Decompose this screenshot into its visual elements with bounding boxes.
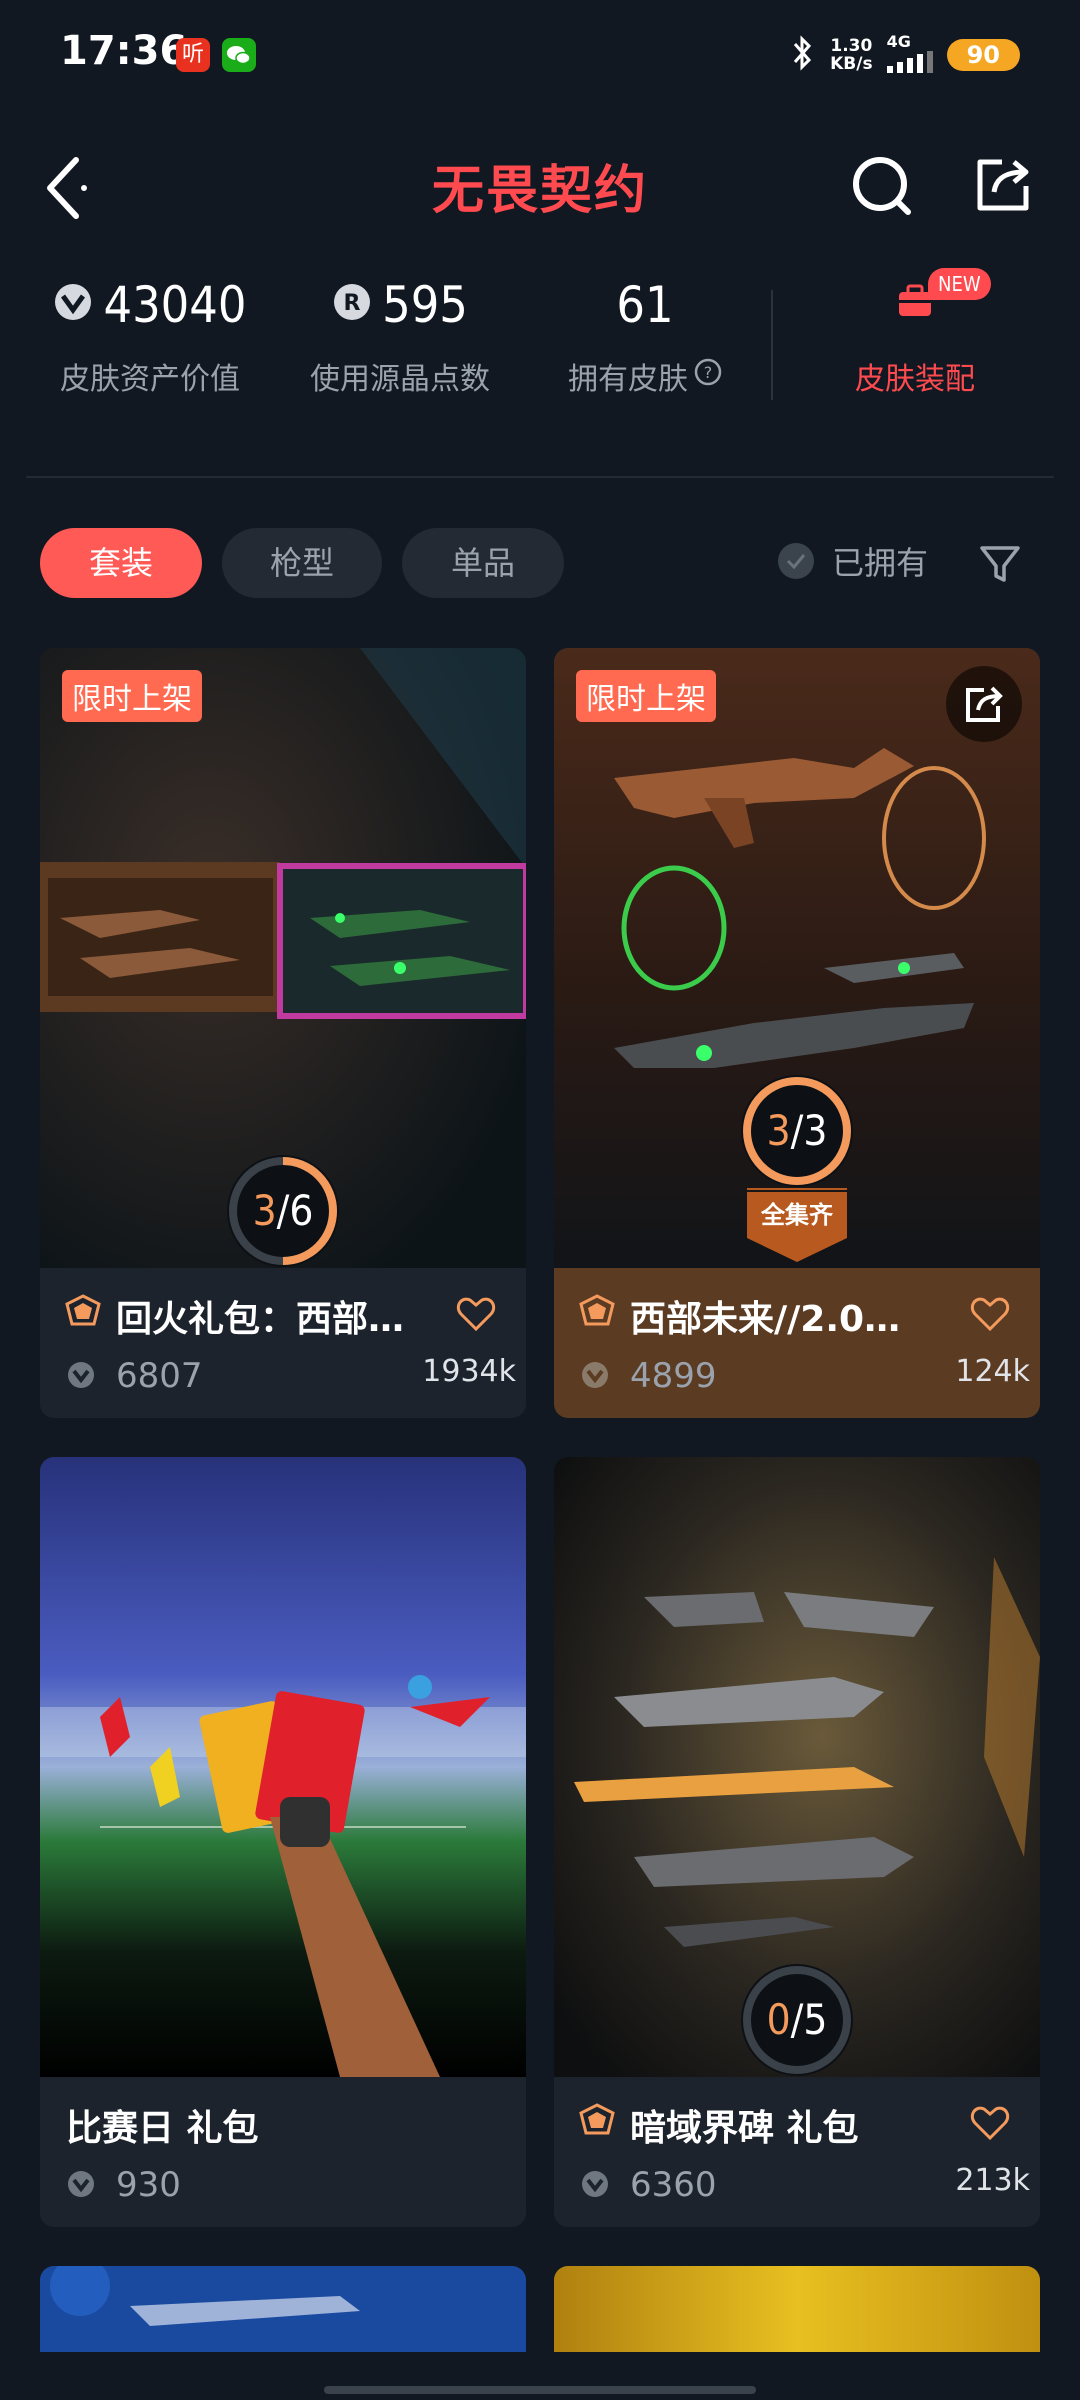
- bundle-image: [554, 2266, 1040, 2352]
- tab-weapon-type[interactable]: 枪型: [222, 528, 382, 598]
- bundle-image: [40, 2266, 526, 2352]
- asset-value: 43040: [103, 276, 247, 334]
- progress-current: 0: [766, 1995, 791, 2044]
- bundle-card-partial[interactable]: [40, 2266, 526, 2352]
- favorite-icon[interactable]: [970, 1296, 1010, 1336]
- complete-badge-tail: [747, 1238, 847, 1262]
- limited-time-tag: 限时上架: [576, 670, 716, 722]
- new-badge: NEW: [928, 268, 991, 300]
- filter-icon: [976, 546, 1024, 592]
- bundle-info: 西部未来//2.0… 4899 124k: [554, 1268, 1040, 1418]
- bundle-price: 6807: [116, 1356, 203, 1396]
- svg-text:?: ?: [704, 363, 713, 382]
- owned-label: 已拥有: [832, 544, 929, 582]
- speed-value: 1.30: [830, 35, 873, 56]
- bundle-title: 暗域界碑 礼包: [630, 2108, 859, 2149]
- bundle-card[interactable]: 限时上架 3/3 全集齐 西部未来//2.0… 4899 124k: [554, 648, 1040, 1418]
- collection-progress: 3/6: [224, 1152, 342, 1270]
- ting-app-icon: 听: [176, 38, 210, 72]
- bundle-title: 比赛日 礼包: [66, 2108, 259, 2149]
- vp-icon: [66, 1360, 96, 1394]
- loadout-label: 皮肤装配: [855, 362, 975, 397]
- stat-asset-value[interactable]: 43040 皮肤资产价值: [30, 270, 270, 398]
- complete-badge: 全集齐: [747, 1192, 847, 1238]
- bundle-price: 6360: [630, 2165, 717, 2205]
- section-divider: [26, 476, 1054, 478]
- network-type: 4G: [886, 32, 911, 51]
- progress-current: 3: [252, 1186, 277, 1235]
- vp-icon: [580, 2169, 610, 2203]
- view-count: 1934k: [422, 1354, 516, 1389]
- signal-icon: [886, 51, 933, 77]
- network-speed: 1.30 KB/s: [830, 37, 872, 73]
- share-icon: [962, 159, 1042, 228]
- progress-total: 6: [289, 1186, 314, 1235]
- stats-bar: 43040 皮肤资产价值 R 595 使用源晶点数 61 拥有皮肤 ? NEW …: [0, 268, 1080, 430]
- tier-icon: [64, 1294, 102, 1332]
- bundle-price: 4899: [630, 1356, 717, 1396]
- speed-unit: KB/s: [830, 53, 873, 74]
- progress-total: 3: [803, 1106, 828, 1155]
- status-time: 17:36: [60, 28, 188, 74]
- filter-button[interactable]: [976, 540, 1024, 592]
- vp-icon: [66, 2169, 96, 2203]
- owned-filter[interactable]: 已拥有: [778, 538, 928, 584]
- radianite-label: 使用源晶点数: [310, 362, 490, 397]
- owned-skins-label: 拥有皮肤: [568, 362, 688, 397]
- complete-connector: [747, 1188, 847, 1190]
- svg-text:R: R: [344, 291, 361, 316]
- search-button[interactable]: [842, 144, 922, 224]
- tier-icon: [578, 2103, 616, 2141]
- status-bar: 17:36 听 1.30 KB/s 4G 90: [0, 0, 1080, 110]
- collection-progress: 0/5: [738, 1961, 856, 2079]
- stats-divider: [771, 290, 773, 400]
- radianite-value: 595: [382, 276, 468, 334]
- vp-icon: [53, 276, 93, 334]
- share-bundle-button[interactable]: [946, 666, 1022, 742]
- tab-suits[interactable]: 套装: [40, 528, 202, 598]
- favorite-icon[interactable]: [970, 2105, 1010, 2145]
- bundle-info: 回火礼包：西部… 6807 1934k: [40, 1268, 526, 1418]
- share-button[interactable]: [962, 144, 1042, 224]
- share-icon: [946, 686, 1022, 746]
- limited-time-tag: 限时上架: [62, 670, 202, 722]
- search-icon: [842, 157, 922, 228]
- bundle-title: 回火礼包：西部…: [116, 1299, 405, 1340]
- tab-single-item[interactable]: 单品: [402, 528, 564, 598]
- collection-progress: 3/3: [738, 1072, 856, 1190]
- bluetooth-icon: [790, 34, 816, 76]
- owned-checkbox[interactable]: [778, 543, 814, 579]
- radianite-icon: R: [332, 276, 372, 334]
- app-header: 无畏契约: [0, 130, 1080, 230]
- category-tabs: 套装 枪型 单品 已拥有: [0, 528, 1080, 600]
- bundle-card[interactable]: 限时上架 3/6 回火礼包：西部… 6807 1934k: [40, 648, 526, 1418]
- progress-total: 5: [803, 1995, 828, 2044]
- tier-icon: [578, 1294, 616, 1332]
- home-indicator[interactable]: [324, 2386, 756, 2394]
- vp-icon: [580, 1360, 610, 1394]
- bundle-title: 西部未来//2.0…: [630, 1299, 901, 1340]
- loadout-button[interactable]: NEW 皮肤装配: [800, 268, 1030, 398]
- favorite-icon[interactable]: [456, 1296, 496, 1336]
- progress-current: 3: [766, 1106, 791, 1155]
- bundle-card[interactable]: 0/5 暗域界碑 礼包 6360 213k: [554, 1457, 1040, 2227]
- bundle-price: 930: [116, 2165, 181, 2205]
- owned-skins-value: 61: [616, 276, 674, 334]
- bundle-info: 暗域界碑 礼包 6360 213k: [554, 2077, 1040, 2227]
- view-count: 124k: [955, 1354, 1030, 1389]
- bundle-card-partial[interactable]: [554, 2266, 1040, 2352]
- bundle-info: 比赛日 礼包 930: [40, 2077, 526, 2227]
- bundle-image: [40, 1457, 526, 2077]
- battery-indicator: 90: [946, 38, 1020, 71]
- stat-radianite[interactable]: R 595 使用源晶点数: [280, 270, 520, 398]
- stat-owned-skins[interactable]: 61 拥有皮肤 ?: [530, 270, 760, 398]
- asset-value-label: 皮肤资产价值: [60, 362, 240, 397]
- help-icon[interactable]: ?: [694, 358, 722, 394]
- view-count: 213k: [955, 2163, 1030, 2198]
- wechat-icon: [222, 38, 256, 72]
- bundle-card[interactable]: 比赛日 礼包 930: [40, 1457, 526, 2227]
